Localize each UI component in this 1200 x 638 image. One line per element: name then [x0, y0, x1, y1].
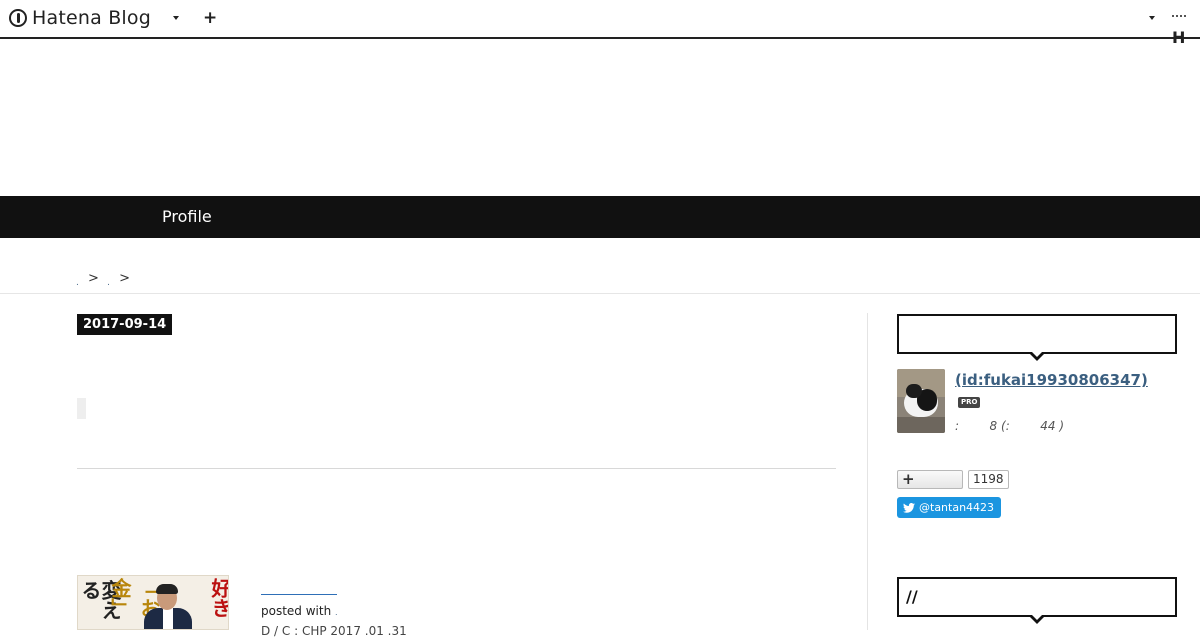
sidebar-module-header: //: [897, 577, 1177, 624]
speech-pointer: [1028, 350, 1046, 361]
entry-title-placeholder: [77, 398, 86, 419]
hatena-right-logo[interactable]: H: [1172, 9, 1200, 47]
pro-badge: PRO: [958, 397, 981, 408]
brand-name: Hatena Blog: [32, 7, 151, 29]
book-title-link[interactable]: [261, 594, 337, 595]
reader-count: : 8 (: 44 ): [955, 419, 1065, 433]
book-cover-image[interactable]: 変える 「お金」 好き: [77, 575, 229, 630]
hatena-bookmark-button[interactable]: +: [897, 470, 963, 489]
blog-nav-bar: Profile: [0, 196, 1200, 238]
plus-icon: +: [902, 470, 915, 488]
breadcrumb-separator: >: [119, 271, 130, 286]
speech-pointer: [1028, 613, 1046, 624]
add-entry-button[interactable]: +: [203, 8, 217, 28]
twitter-bird-icon: [903, 502, 915, 513]
hatena-blog-home-link[interactable]: Hatena Blog: [9, 6, 151, 30]
twitter-follow-button[interactable]: @tantan4423: [897, 497, 1002, 518]
breadcrumb-divider: [0, 293, 1200, 294]
avatar[interactable]: [897, 369, 945, 433]
right-brand-label: H: [1172, 28, 1186, 47]
breadcrumb: . > . >: [76, 271, 134, 288]
chevron-down-icon[interactable]: [173, 16, 179, 20]
module-title: //: [906, 587, 918, 606]
nav-link-profile[interactable]: Profile: [162, 207, 212, 226]
global-header: Hatena Blog + H: [0, 0, 1200, 47]
profile-user-link[interactable]: (id:fukai19930806347): [955, 371, 1148, 389]
hatena-logo-icon: [9, 9, 27, 27]
book-cover-text: 好き: [208, 578, 229, 618]
posted-with-link[interactable]: .: [335, 608, 338, 617]
chevron-down-icon[interactable]: [1149, 16, 1155, 20]
breadcrumb-category-link[interactable]: .: [107, 278, 110, 288]
twitter-handle: @tantan4423: [919, 501, 995, 514]
profile-module-header: [897, 314, 1177, 361]
posted-with-label: posted with .: [261, 604, 338, 618]
entry-divider: [77, 468, 836, 469]
cloud-icon: [1172, 14, 1186, 25]
bookmark-count[interactable]: 1198: [968, 470, 1009, 489]
breadcrumb-separator: >: [88, 271, 99, 286]
breadcrumb-home-link[interactable]: .: [76, 278, 79, 288]
sidebar-divider: [867, 313, 868, 630]
entry-date[interactable]: 2017-09-14: [77, 314, 173, 335]
book-meta-text: D / C : CHP 2017 .01 .31: [261, 624, 407, 638]
book-cover-author-photo: [144, 584, 192, 629]
